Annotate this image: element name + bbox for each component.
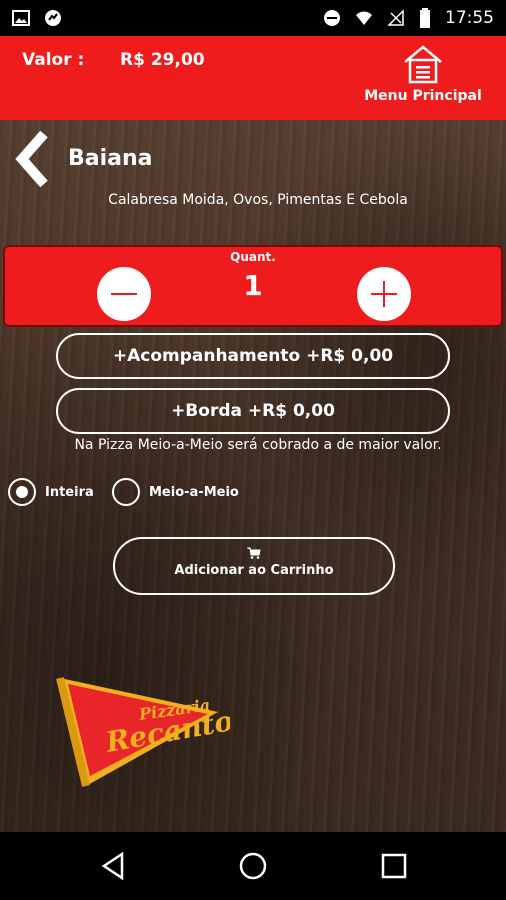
product-name: Baiana bbox=[68, 146, 153, 171]
borda-button[interactable]: +Borda +R$ 0,00 bbox=[56, 388, 450, 434]
menu-principal-button[interactable]: Menu Principal bbox=[358, 44, 488, 116]
home-icon[interactable] bbox=[237, 850, 269, 882]
radio-inteira-indicator[interactable] bbox=[8, 478, 36, 506]
minus-icon bbox=[111, 293, 137, 295]
do-not-disturb-icon bbox=[324, 10, 340, 26]
status-bar: 17:55 bbox=[0, 0, 506, 36]
valor-value: R$ 29,00 bbox=[120, 50, 205, 70]
radio-inteira[interactable]: Inteira bbox=[8, 478, 94, 506]
decrease-quantity-button[interactable] bbox=[97, 267, 151, 321]
cart-icon bbox=[247, 547, 261, 559]
back-chevron-icon[interactable] bbox=[14, 130, 58, 188]
plus-icon bbox=[371, 281, 397, 307]
home-menu-icon bbox=[404, 45, 442, 84]
pizzaria-recanto-logo: Pizzaria Recanto bbox=[56, 677, 230, 787]
add-to-cart-label: Adicionar ao Carrinho bbox=[174, 563, 334, 578]
increase-quantity-button[interactable] bbox=[357, 267, 411, 321]
radio-meio-a-meio-indicator[interactable] bbox=[112, 478, 140, 506]
recents-icon[interactable] bbox=[378, 850, 410, 882]
battery-icon bbox=[420, 8, 430, 28]
image-icon bbox=[12, 10, 30, 26]
quantity-panel: Quant. 1 bbox=[3, 245, 503, 327]
product-description: Calabresa Moida, Ovos, Pimentas E Cebola bbox=[108, 192, 408, 208]
no-signal-icon bbox=[387, 9, 404, 26]
acompanhamento-button[interactable]: +Acompanhamento +R$ 0,00 bbox=[56, 333, 450, 379]
meio-a-meio-note: Na Pizza Meio-a-Meio será cobrado a de m… bbox=[74, 437, 442, 453]
add-to-cart-button[interactable]: Adicionar ao Carrinho bbox=[113, 537, 395, 595]
radio-inteira-label: Inteira bbox=[45, 484, 94, 500]
valor-label: Valor : bbox=[22, 50, 85, 70]
radio-meio-a-meio[interactable]: Meio-a-Meio bbox=[112, 478, 239, 506]
header-bar: Valor : R$ 29,00 Menu Principal bbox=[0, 36, 506, 120]
wifi-icon bbox=[356, 11, 372, 25]
radio-meio-a-meio-label: Meio-a-Meio bbox=[149, 484, 239, 500]
status-time: 17:55 bbox=[445, 8, 494, 28]
quantity-value: 1 bbox=[243, 269, 263, 302]
quantity-label: Quant. bbox=[230, 250, 276, 264]
back-icon[interactable] bbox=[98, 850, 130, 882]
sync-icon bbox=[45, 10, 61, 26]
menu-principal-label: Menu Principal bbox=[364, 88, 482, 104]
navigation-bar bbox=[0, 832, 506, 900]
